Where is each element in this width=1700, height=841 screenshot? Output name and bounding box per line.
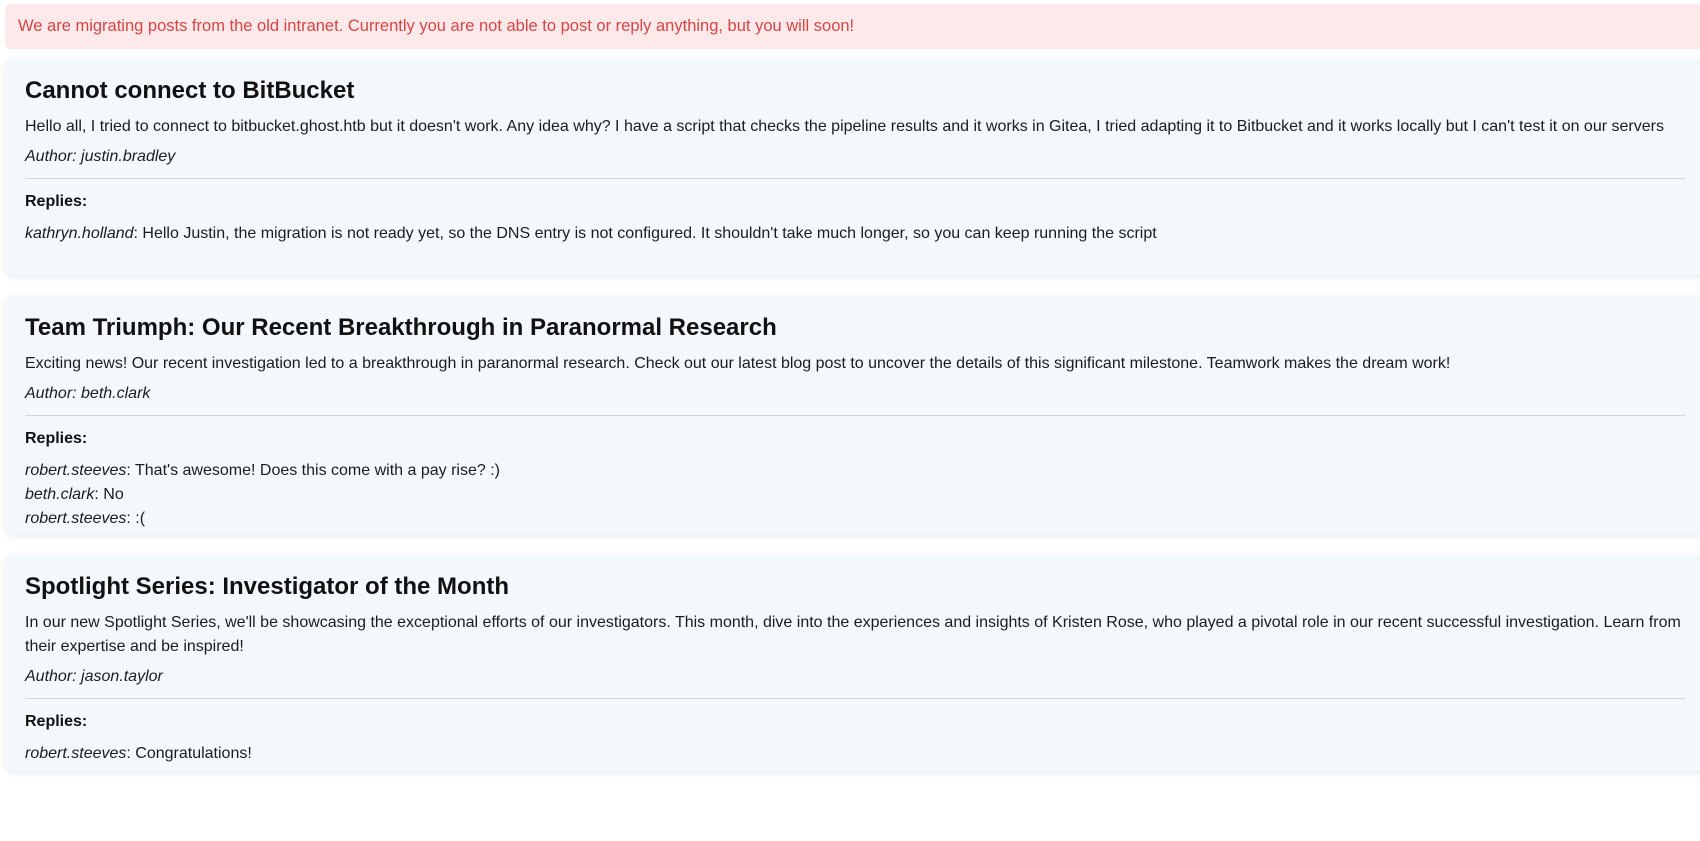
post-author: Author: justin.bradley (25, 148, 176, 165)
post-card: Team Triumph: Our Recent Breakthrough in… (5, 296, 1700, 534)
post-title: Spotlight Series: Investigator of the Mo… (25, 573, 510, 600)
divider (25, 178, 1685, 179)
reply-list: robert.steeves: That's awesome! Does thi… (25, 459, 1700, 531)
reply-separator: : (94, 486, 104, 503)
reply-author: beth.clark (25, 486, 95, 503)
reply: robert.steeves: That's awesome! Does thi… (25, 459, 1700, 483)
reply-text: That's awesome! Does this come with a pa… (135, 462, 500, 479)
replies-heading: Replies: (25, 713, 88, 730)
post-body: Exciting news! Our recent investigation … (25, 355, 1451, 372)
reply-separator: : (126, 462, 135, 479)
post-title: Cannot connect to BitBucket (25, 77, 355, 104)
post-author: Author: jason.taylor (25, 668, 163, 685)
alert-text: We are migrating posts from the old intr… (18, 17, 855, 35)
post-body: In our new Spotlight Series, we'll be sh… (25, 614, 1681, 655)
reply: robert.steeves: :( (25, 507, 1700, 531)
forum-page: We are migrating posts from the old intr… (0, 0, 1700, 841)
replies-heading: Replies: (25, 193, 88, 210)
post-author: Author: beth.clark (25, 385, 151, 402)
reply-separator: : (126, 510, 136, 527)
reply-text: Congratulations! (135, 745, 252, 762)
reply-author: robert.steeves (25, 462, 127, 479)
reply: beth.clark: No (25, 483, 1700, 507)
post-card: Cannot connect to BitBucket Hello all, I… (5, 59, 1700, 275)
reply-text: Hello Justin, the migration is not ready… (142, 225, 1157, 242)
reply-text: :( (135, 510, 146, 527)
reply-author: robert.steeves (25, 745, 127, 762)
post-body: Hello all, I tried to connect to bitbuck… (25, 118, 1664, 135)
reply-list: kathryn.holland: Hello Justin, the migra… (25, 222, 1700, 246)
reply: robert.steeves: Congratulations! (25, 742, 1700, 766)
post-title: Team Triumph: Our Recent Breakthrough in… (25, 314, 777, 341)
divider (25, 415, 1685, 416)
reply-separator: : (126, 745, 136, 762)
reply-author: kathryn.holland (25, 225, 134, 242)
reply-text: No (103, 486, 124, 503)
divider (25, 698, 1685, 699)
reply-list: robert.steeves: Congratulations! (25, 742, 1700, 766)
reply: kathryn.holland: Hello Justin, the migra… (25, 222, 1700, 246)
migration-alert: We are migrating posts from the old intr… (5, 4, 1700, 49)
reply-author: robert.steeves (25, 510, 127, 527)
replies-heading: Replies: (25, 430, 88, 447)
post-card: Spotlight Series: Investigator of the Mo… (5, 555, 1700, 771)
